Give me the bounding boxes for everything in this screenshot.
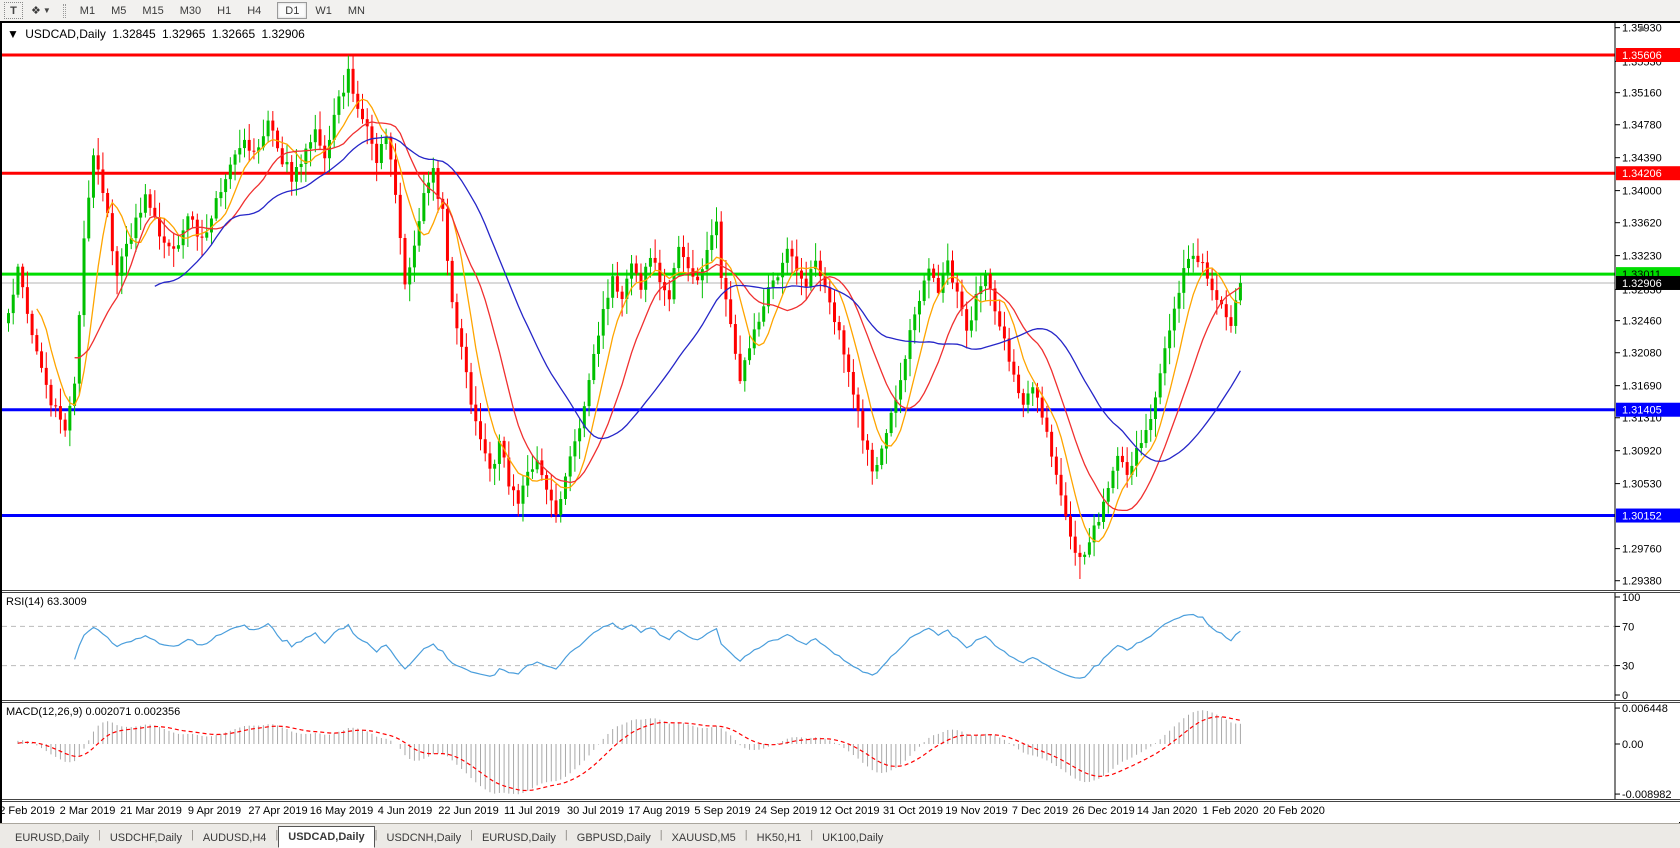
- svg-text:0.006448: 0.006448: [1622, 703, 1668, 715]
- chevron-down-icon: ▼: [42, 6, 51, 15]
- tab-UK100-Daily[interactable]: UK100,Daily: [813, 828, 892, 848]
- svg-text:1.32460: 1.32460: [1622, 316, 1662, 328]
- timeframe-button-MN[interactable]: MN: [340, 2, 373, 19]
- chart-window: ▼ USDCAD,Daily 1.32845 1.32965 1.32665 1…: [0, 21, 1680, 823]
- svg-text:1.31690: 1.31690: [1622, 381, 1662, 393]
- svg-text:1.34780: 1.34780: [1622, 120, 1662, 132]
- ohlc-close: 1.32906: [261, 27, 305, 41]
- panel-splitter-rsi[interactable]: [2, 590, 1680, 593]
- svg-text:30: 30: [1622, 661, 1634, 673]
- date-tick-1-Feb-2020: 1 Feb 2020: [1202, 805, 1259, 817]
- chart-title-row: ▼ USDCAD,Daily 1.32845 1.32965 1.32665 1…: [7, 27, 308, 41]
- timeframe-button-M5[interactable]: M5: [103, 2, 134, 19]
- timeframe-button-group: M1 M5 M15 M30 H1 H4 D1 W1 MN: [72, 2, 373, 19]
- timeframe-button-W1[interactable]: W1: [307, 2, 340, 19]
- collapse-triangle-icon[interactable]: ▼: [7, 27, 19, 41]
- svg-text:1.33620: 1.33620: [1622, 218, 1662, 230]
- svg-text:1.29380: 1.29380: [1622, 576, 1662, 588]
- tab-USDCNH-Daily[interactable]: USDCNH,Daily: [378, 828, 471, 848]
- date-tick-12-Oct-2019: 12 Oct 2019: [819, 805, 880, 817]
- ohlc-high: 1.32965: [162, 27, 206, 41]
- date-tick-21-Mar-2019: 21 Mar 2019: [120, 805, 182, 817]
- date-tick-14-Jan-2020: 14 Jan 2020: [1136, 805, 1198, 817]
- svg-text:-0.008982: -0.008982: [1622, 789, 1672, 799]
- svg-text:1.29760: 1.29760: [1622, 544, 1662, 556]
- svg-text:1.32080: 1.32080: [1622, 348, 1662, 360]
- svg-text:1.34206: 1.34206: [1622, 168, 1662, 180]
- svg-text:1.34390: 1.34390: [1622, 153, 1662, 165]
- rsi-panel[interactable]: 100 70 30 0: [2, 593, 1680, 700]
- ohlc-low: 1.32665: [211, 27, 256, 41]
- tab-AUDUSD-H4[interactable]: AUDUSD,H4: [194, 828, 276, 848]
- date-tick-7-Dec-2019: 7 Dec 2019: [1011, 805, 1069, 817]
- tab-EURUSD-Daily[interactable]: EURUSD,Daily: [6, 828, 98, 848]
- arrange-icon: ❖: [31, 5, 41, 17]
- svg-text:1.30530: 1.30530: [1622, 479, 1662, 491]
- date-tick-26-Dec-2019: 26 Dec 2019: [1072, 805, 1135, 817]
- svg-text:1.33230: 1.33230: [1622, 251, 1662, 263]
- svg-text:0.00: 0.00: [1622, 739, 1643, 751]
- date-tick-4-Jun-2019: 4 Jun 2019: [377, 805, 433, 817]
- date-tick-9-Apr-2019: 9 Apr 2019: [187, 805, 242, 817]
- chart-symbol-label: USDCAD,Daily: [25, 27, 106, 41]
- svg-text:1.34000: 1.34000: [1622, 186, 1662, 198]
- date-tick-5-Sep-2019: 5 Sep 2019: [694, 805, 751, 817]
- date-tick-17-Aug-2019: 17 Aug 2019: [628, 805, 690, 817]
- top-toolbar: T ❖ ▼ M1 M5 M15 M30 H1 H4 D1 W1 MN: [0, 0, 1680, 21]
- macd-indicator-label: MACD(12,26,9) 0.002071 0.002356: [6, 706, 181, 718]
- timeframe-button-H4[interactable]: H4: [239, 2, 269, 19]
- panel-splitter-macd[interactable]: [2, 700, 1680, 703]
- date-tick-19-Nov-2019: 19 Nov 2019: [945, 805, 1008, 817]
- chart-tab-bar: EURUSD,Daily | USDCHF,Daily | AUDUSD,H4 | USDC…: [0, 823, 1680, 848]
- date-tick-30-Jul-2019: 30 Jul 2019: [567, 805, 624, 817]
- date-tick-16-May-2019: 16 May 2019: [309, 805, 374, 817]
- tab-HK50-H1[interactable]: HK50,H1: [748, 828, 811, 848]
- svg-text:1.32906: 1.32906: [1622, 278, 1662, 290]
- toolbar-grip[interactable]: [62, 3, 66, 18]
- date-tick-31-Oct-2019: 31 Oct 2019: [883, 805, 943, 817]
- rsi-indicator-label: RSI(14) 63.3009: [6, 596, 87, 608]
- svg-text:100: 100: [1622, 593, 1640, 604]
- text-tool-icon[interactable]: T: [4, 2, 23, 19]
- timeframe-button-M15[interactable]: M15: [134, 2, 171, 19]
- svg-text:0: 0: [1622, 690, 1628, 700]
- date-tick-27-Apr-2019: 27 Apr 2019: [248, 805, 308, 817]
- timeframe-button-D1[interactable]: D1: [277, 2, 308, 19]
- date-tick-2-Mar-2019: 2 Mar 2019: [59, 805, 116, 817]
- svg-text:1.30152: 1.30152: [1622, 511, 1662, 523]
- date-tick-22-Jun-2019: 22 Jun 2019: [438, 805, 499, 817]
- svg-text:70: 70: [1622, 621, 1634, 633]
- date-tick-12-Feb-2019: 12 Feb 2019: [0, 805, 55, 817]
- date-tick-11-Jul-2019: 11 Jul 2019: [503, 805, 561, 817]
- tab-EURUSD-Daily[interactable]: EURUSD,Daily: [473, 828, 565, 848]
- tab-GBPUSD-Daily[interactable]: GBPUSD,Daily: [568, 828, 660, 848]
- ohlc-open: 1.32845: [112, 27, 156, 41]
- svg-text:1.35160: 1.35160: [1622, 88, 1662, 100]
- svg-text:1.30920: 1.30920: [1622, 446, 1662, 458]
- arrange-windows-button[interactable]: ❖ ▼: [27, 2, 55, 19]
- price-scale-scroll-up-icon[interactable]: [1638, 25, 1646, 31]
- main-price-chart[interactable]: 1.359301.355301.351601.347801.343901.340…: [2, 23, 1680, 590]
- tab-XAUUSD-M5[interactable]: XAUUSD,M5: [663, 828, 745, 848]
- timeframe-button-H1[interactable]: H1: [209, 2, 239, 19]
- macd-panel[interactable]: 0.006448 0.00 -0.008982: [2, 703, 1680, 799]
- date-tick-24-Sep-2019: 24 Sep 2019: [754, 805, 818, 817]
- svg-text:1.35606: 1.35606: [1622, 50, 1662, 62]
- date-tick-20-Feb-2020: 20 Feb 2020: [1263, 805, 1325, 817]
- tab-USDCAD-Daily[interactable]: USDCAD,Daily: [278, 826, 375, 848]
- date-axis[interactable]: 12 Feb 2019 2 Mar 2019 21 Mar 2019 9 Apr 20…: [0, 802, 1680, 822]
- timeframe-button-M1[interactable]: M1: [72, 2, 103, 19]
- svg-text:1.31405: 1.31405: [1622, 405, 1662, 417]
- timeframe-button-M30[interactable]: M30: [172, 2, 209, 19]
- tab-USDCHF-Daily[interactable]: USDCHF,Daily: [101, 828, 191, 848]
